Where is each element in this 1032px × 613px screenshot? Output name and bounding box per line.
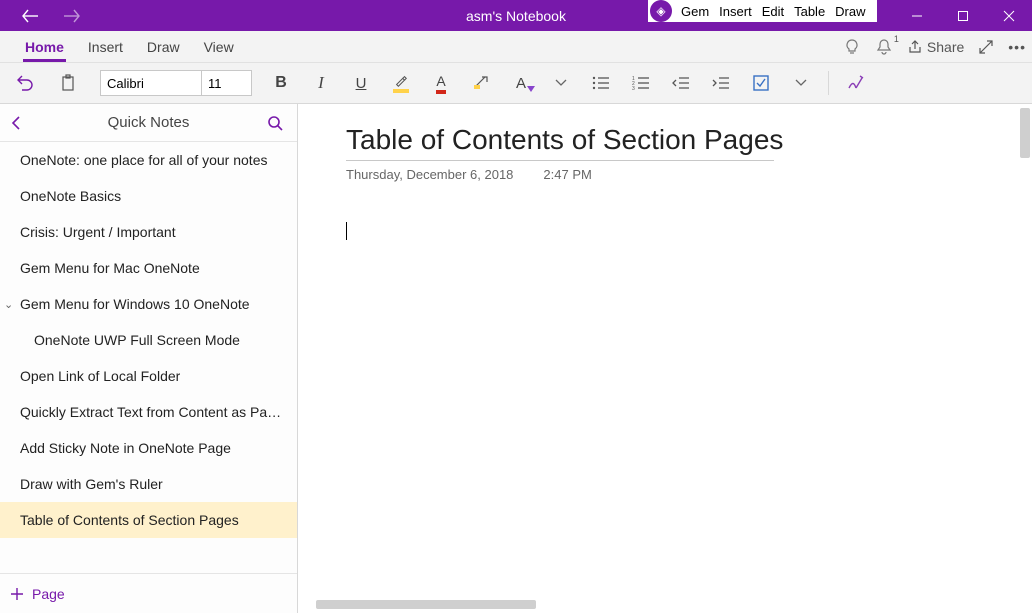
page-date[interactable]: Thursday, December 6, 2018 — [346, 167, 513, 182]
text-cursor — [346, 222, 347, 240]
search-icon[interactable] — [267, 115, 283, 131]
vertical-scrollbar[interactable] — [1020, 108, 1030, 158]
undo-button[interactable] — [8, 68, 42, 98]
tab-insert[interactable]: Insert — [76, 31, 135, 63]
page-list-label: Table of Contents of Section Pages — [20, 512, 239, 528]
styles-button[interactable]: A — [504, 68, 538, 98]
page-list-label: Add Sticky Note in OneNote Page — [20, 440, 231, 456]
page-content: Table of Contents of Section Pages Thurs… — [298, 104, 1032, 240]
page-title[interactable]: Table of Contents of Section Pages — [346, 124, 1032, 156]
page-list-item[interactable]: Add Sticky Note in OneNote Page — [0, 430, 297, 466]
page-list-label: OneNote Basics — [20, 188, 121, 204]
page-list-item[interactable]: OneNote Basics — [0, 178, 297, 214]
sidebar-back-icon[interactable] — [10, 116, 22, 130]
numbered-list-button[interactable]: 123 — [624, 68, 658, 98]
page-list: OneNote: one place for all of your notes… — [0, 142, 297, 573]
font-name-input[interactable] — [101, 71, 201, 95]
chevron-down-icon[interactable]: ⌄ — [4, 298, 13, 311]
bold-button[interactable]: B — [264, 68, 298, 98]
ribbon-right-controls: Share ••• — [843, 31, 1026, 63]
font-size-input[interactable] — [201, 71, 251, 95]
italic-button[interactable]: I — [304, 68, 338, 98]
dropdown-icon[interactable] — [544, 68, 578, 98]
page-canvas[interactable]: Table of Contents of Section Pages Thurs… — [298, 104, 1032, 613]
titlebar: asm's Notebook ◈ Gem Insert Edit Table D… — [0, 0, 1032, 31]
page-list-item[interactable]: OneNote: one place for all of your notes — [0, 142, 297, 178]
sidebar-header: Quick Notes — [0, 104, 297, 142]
page-time[interactable]: 2:47 PM — [543, 167, 591, 182]
gem-menu-table[interactable]: Table — [789, 4, 830, 19]
gem-label[interactable]: Gem — [676, 4, 714, 19]
font-color-button[interactable]: A — [424, 68, 458, 98]
sidebar-title: Quick Notes — [108, 114, 190, 131]
gem-menu-bar: ◈ Gem Insert Edit Table Draw — [648, 0, 877, 22]
page-list-item[interactable]: ⌄ Gem Menu for Windows 10 OneNote — [0, 286, 297, 322]
page-list-label: Gem Menu for Mac OneNote — [20, 260, 200, 276]
lightbulb-icon[interactable] — [843, 38, 861, 56]
page-sidebar: Quick Notes OneNote: one place for all o… — [0, 104, 298, 613]
page-list-label: Quickly Extract Text from Content as Pag… — [20, 404, 287, 420]
clear-formatting-button[interactable] — [464, 68, 498, 98]
page-list-label: Crisis: Urgent / Important — [20, 224, 176, 240]
add-page-label: Page — [32, 586, 65, 602]
tags-dropdown-icon[interactable] — [784, 68, 818, 98]
gem-icon[interactable]: ◈ — [650, 0, 672, 22]
ink-button[interactable] — [839, 68, 873, 98]
page-list-item[interactable]: Draw with Gem's Ruler — [0, 466, 297, 502]
ribbon-tabs: Home Insert Draw View Share ••• — [0, 31, 1032, 63]
main-area: Quick Notes OneNote: one place for all o… — [0, 104, 1032, 613]
add-page-button[interactable]: Page — [0, 573, 297, 613]
underline-button[interactable]: U — [344, 68, 378, 98]
window-title: asm's Notebook — [0, 8, 1032, 24]
tab-view[interactable]: View — [192, 31, 246, 63]
todo-tag-button[interactable] — [744, 68, 778, 98]
page-list-label: Open Link of Local Folder — [20, 368, 180, 384]
formatting-toolbar: B I U A A 123 — [0, 63, 1032, 104]
outdent-button[interactable] — [664, 68, 698, 98]
svg-text:3: 3 — [632, 86, 635, 90]
clipboard-button[interactable] — [48, 68, 88, 98]
gem-menu-edit[interactable]: Edit — [757, 4, 789, 19]
more-icon[interactable]: ••• — [1008, 39, 1026, 55]
page-list-label: OneNote UWP Full Screen Mode — [34, 332, 240, 348]
page-list-item[interactable]: Quickly Extract Text from Content as Pag… — [0, 394, 297, 430]
highlight-button[interactable] — [384, 68, 418, 98]
notification-icon[interactable] — [875, 38, 893, 56]
tab-draw[interactable]: Draw — [135, 31, 192, 63]
gem-menu-insert[interactable]: Insert — [714, 4, 757, 19]
page-meta: Thursday, December 6, 2018 2:47 PM — [346, 167, 1032, 182]
indent-button[interactable] — [704, 68, 738, 98]
share-label: Share — [927, 39, 964, 55]
page-list-item[interactable]: Crisis: Urgent / Important — [0, 214, 297, 250]
page-list-label: OneNote: one place for all of your notes — [20, 152, 267, 168]
title-underline — [346, 160, 774, 161]
page-list-label: Draw with Gem's Ruler — [20, 476, 163, 492]
share-button[interactable]: Share — [907, 39, 964, 55]
tab-home[interactable]: Home — [13, 31, 76, 63]
page-list-item[interactable]: Table of Contents of Section Pages — [0, 502, 297, 538]
bullet-list-button[interactable] — [584, 68, 618, 98]
horizontal-scrollbar[interactable] — [316, 600, 536, 609]
gem-menu-draw[interactable]: Draw — [830, 4, 870, 19]
page-list-label: Gem Menu for Windows 10 OneNote — [20, 296, 250, 312]
page-list-item[interactable]: Gem Menu for Mac OneNote — [0, 250, 297, 286]
toolbar-divider — [828, 71, 829, 95]
font-selector — [100, 70, 252, 96]
page-list-item[interactable]: Open Link of Local Folder — [0, 358, 297, 394]
page-list-item[interactable]: OneNote UWP Full Screen Mode — [0, 322, 297, 358]
fullscreen-icon[interactable] — [978, 39, 994, 55]
